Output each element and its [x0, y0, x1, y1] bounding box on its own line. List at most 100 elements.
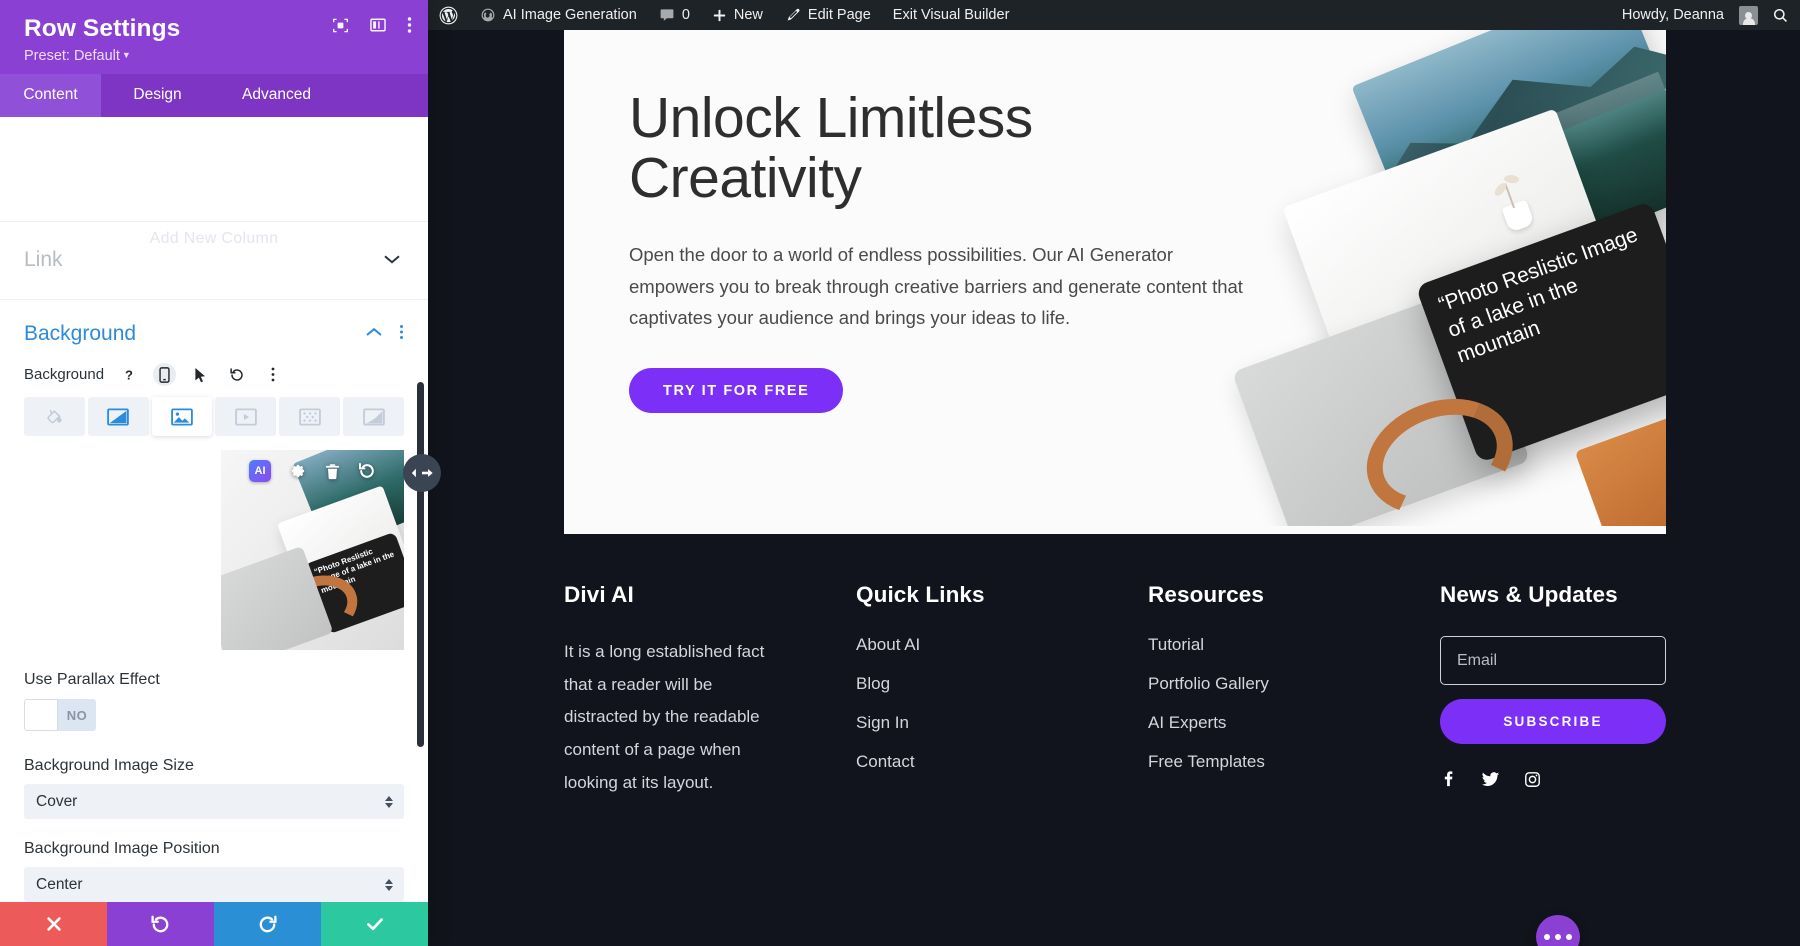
footer-link-sign-in[interactable]: Sign In: [856, 714, 1148, 731]
footer-column-divi-ai: Divi AI It is a long established fact th…: [564, 582, 856, 799]
footer-grid: Divi AI It is a long established fact th…: [564, 582, 1666, 799]
hero-heading: Unlock Limitless Creativity: [629, 86, 1033, 211]
reset-icon[interactable]: [358, 462, 376, 480]
background-image-preview[interactable]: “Photo Reslistic Image of a lake in the …: [221, 450, 404, 651]
ellipsis-dot: [1544, 934, 1550, 940]
background-field-label: Background: [24, 366, 105, 384]
plus-icon: [712, 8, 727, 23]
background-image-position-wrap: Center: [0, 867, 428, 902]
kebab-menu-icon[interactable]: [261, 363, 284, 386]
footer-column-resources: Resources Tutorial Portfolio Gallery AI …: [1148, 582, 1440, 799]
reset-icon[interactable]: [225, 363, 248, 386]
panel-scrollbar[interactable]: [417, 382, 424, 748]
exit-visual-builder-link[interactable]: Exit Visual Builder: [882, 0, 1021, 30]
subscribe-button[interactable]: SUBSCRIBE: [1440, 699, 1666, 744]
tab-advanced[interactable]: Advanced: [214, 74, 339, 117]
svg-text:?: ?: [125, 367, 133, 382]
background-mask-tab[interactable]: [343, 397, 404, 437]
chevron-down-icon[interactable]: [383, 253, 401, 268]
pencil-icon: [785, 7, 801, 23]
background-image-size-select[interactable]: Cover: [24, 784, 404, 820]
facebook-icon[interactable]: [1440, 771, 1457, 788]
panel-header: Row Settings Preset: Default ▼: [0, 0, 428, 75]
section-background-actions: [365, 324, 404, 345]
background-image-position-label: Background Image Position: [24, 840, 220, 858]
footer-link-free-templates[interactable]: Free Templates: [1148, 753, 1440, 770]
twitter-icon[interactable]: [1481, 770, 1500, 789]
try-it-for-free-button[interactable]: TRY IT FOR FREE: [629, 368, 844, 414]
ai-badge-icon[interactable]: AI: [249, 460, 271, 483]
edit-page-label: Edit Page: [807, 7, 871, 23]
background-color-tab[interactable]: [24, 397, 85, 437]
section-link[interactable]: Link: [0, 222, 428, 299]
footer-link-tutorial[interactable]: Tutorial: [1148, 636, 1440, 653]
preset-selector[interactable]: Preset: Default ▼: [24, 48, 408, 64]
footer-link-contact[interactable]: Contact: [856, 753, 1148, 770]
redo-button[interactable]: [214, 902, 321, 946]
ellipsis-dot: [1566, 934, 1572, 940]
parallax-toggle-state: NO: [66, 707, 88, 723]
kebab-menu-icon[interactable]: [399, 324, 404, 345]
new-content-menu[interactable]: New: [701, 0, 774, 30]
save-button[interactable]: [321, 902, 428, 946]
layout-columns-icon[interactable]: [369, 16, 387, 34]
trash-icon[interactable]: [325, 463, 340, 480]
panel-tabs: Content Design Advanced: [0, 74, 428, 118]
background-image-size-value: Cover: [36, 792, 78, 810]
background-image-tab[interactable]: [151, 397, 213, 437]
search-icon: [1772, 7, 1789, 24]
site-name-menu[interactable]: AI Image Generation: [469, 0, 648, 30]
footer-heading: Quick Links: [856, 582, 985, 607]
user-account-menu[interactable]: Howdy, Deanna: [1611, 0, 1761, 30]
footer-column-quick-links: Quick Links About AI Blog Sign In Contac…: [856, 582, 1148, 799]
section-background-header[interactable]: Background: [0, 300, 428, 359]
panel-body: Add New Column Link Background Backgroun…: [0, 117, 428, 902]
hero-paragraph: Open the door to a world of endless poss…: [629, 243, 1243, 329]
hero-bottom-mask: [564, 526, 1666, 534]
admin-search-button[interactable]: [1761, 0, 1800, 30]
site-name-label: AI Image Generation: [503, 7, 637, 23]
ellipsis-dot: [1555, 934, 1561, 940]
preset-label: Preset: Default: [24, 48, 120, 65]
background-image-size-label: Background Image Size: [24, 757, 194, 775]
footer-link-blog[interactable]: Blog: [856, 675, 1148, 692]
row-settings-panel: Row Settings Preset: Default ▼ Content D…: [0, 0, 428, 946]
help-icon[interactable]: ?: [117, 363, 140, 386]
comment-bubble-icon: [659, 7, 675, 23]
undo-button[interactable]: [107, 902, 214, 946]
parallax-toggle[interactable]: NO: [24, 699, 96, 732]
new-label: New: [733, 7, 763, 23]
toggle-knob: [24, 699, 58, 732]
edit-page-link[interactable]: Edit Page: [774, 0, 882, 30]
instagram-icon[interactable]: [1524, 771, 1541, 788]
section-link-label: Link: [24, 248, 63, 272]
footer-column-news-updates: News & Updates SUBSCRIBE: [1440, 582, 1666, 799]
responsive-phone-icon[interactable]: [153, 363, 177, 387]
background-gradient-tab[interactable]: [87, 397, 149, 437]
footer-link-portfolio-gallery[interactable]: Portfolio Gallery: [1148, 675, 1440, 692]
panel-resize-handle[interactable]: [403, 454, 441, 492]
dashboard-icon: [480, 7, 496, 23]
cancel-button[interactable]: [0, 902, 107, 946]
background-image-position-select[interactable]: Center: [24, 867, 404, 902]
email-field[interactable]: [1440, 636, 1666, 685]
gear-icon[interactable]: [289, 462, 307, 480]
footer-link-about-ai[interactable]: About AI: [856, 636, 1148, 653]
chevron-down-icon: ▼: [121, 50, 131, 61]
comments-menu[interactable]: 0: [648, 0, 701, 30]
kebab-menu-icon[interactable]: [407, 16, 412, 34]
background-video-tab[interactable]: [215, 397, 277, 437]
footer-link-ai-experts[interactable]: AI Experts: [1148, 714, 1440, 731]
focus-frame-icon[interactable]: [332, 17, 349, 34]
wp-logo-menu[interactable]: [428, 0, 469, 30]
tab-content[interactable]: Content: [0, 74, 101, 118]
tab-design[interactable]: Design: [101, 74, 214, 117]
wordpress-logo-icon: [439, 6, 458, 25]
orange-accent-card: [1574, 410, 1666, 534]
exit-visual-builder-label: Exit Visual Builder: [892, 7, 1010, 23]
chevron-up-icon[interactable]: [365, 325, 383, 343]
background-pattern-tab[interactable]: [279, 397, 341, 437]
hover-cursor-icon[interactable]: [189, 363, 212, 386]
background-field-row: Background ?: [0, 359, 428, 387]
preview-toolbar: AI: [221, 458, 404, 484]
